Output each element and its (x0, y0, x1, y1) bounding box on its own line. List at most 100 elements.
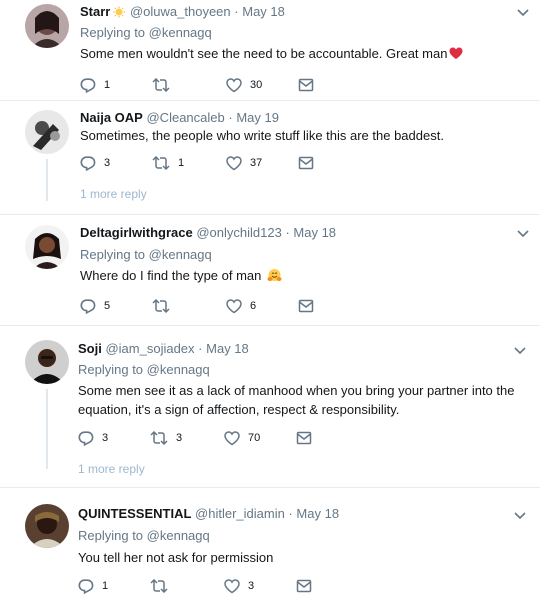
retweet-icon (150, 579, 168, 593)
tweet-text: Sometimes, the people who write stuff li… (80, 126, 444, 145)
envelope-icon (298, 156, 314, 170)
reply-button[interactable]: 5 (80, 298, 110, 314)
direct-message-button[interactable] (296, 430, 312, 446)
reply-button[interactable]: 1 (80, 77, 110, 93)
retweet-count: 3 (176, 432, 183, 444)
heart-icon (226, 155, 242, 170)
mention-link[interactable]: @kennagq (149, 247, 212, 262)
reply-icon (80, 155, 96, 171)
chevron-down-icon[interactable] (516, 8, 530, 18)
mention-link[interactable]: @kennagq (147, 528, 210, 543)
retweet-icon (152, 299, 170, 313)
chevron-down-icon[interactable] (513, 346, 527, 356)
author-name[interactable]: QUINTESSENTIAL (78, 506, 191, 521)
author-name[interactable]: Deltagirlwithgrace (80, 225, 193, 240)
timestamp[interactable]: May 18 (242, 4, 285, 19)
timestamp[interactable]: May 19 (236, 110, 279, 125)
tweet-text-content: Some men wouldn't see the need to be acc… (80, 46, 448, 61)
reply-icon (80, 298, 96, 314)
tweet-soji[interactable]: Soji @iam_sojiadex · May 18 Replying to … (0, 326, 540, 487)
thread-line (46, 389, 48, 469)
envelope-icon (298, 299, 314, 313)
tweet-actions: 1 3 (78, 578, 318, 594)
like-button[interactable]: 3 (224, 578, 254, 594)
reply-count: 1 (102, 580, 109, 592)
avatar[interactable] (25, 4, 69, 48)
tweet-text-content: You tell her not ask for permission (78, 550, 274, 565)
like-button[interactable]: 30 (226, 77, 262, 93)
mention-link[interactable]: @kennagq (147, 362, 210, 377)
tweet-deltagirlwithgrace[interactable]: Deltagirlwithgrace @onlychild123 · May 1… (0, 215, 540, 325)
author-name[interactable]: Naija OAP (80, 110, 143, 125)
tweet-text: You tell her not ask for permission (78, 548, 273, 567)
like-button[interactable]: 70 (224, 430, 260, 446)
like-button[interactable]: 37 (226, 155, 262, 171)
heart-icon (226, 298, 242, 313)
reply-button[interactable]: 3 (78, 430, 108, 446)
avatar[interactable] (25, 504, 69, 548)
tweet-actions: 3 3 70 (78, 430, 318, 446)
reply-button[interactable]: 1 (78, 578, 108, 594)
tweet-quintessential[interactable]: QUINTESSENTIAL @hitler_idiamin · May 18 … (0, 488, 540, 604)
timestamp[interactable]: May 18 (296, 506, 339, 521)
tweet-starr[interactable]: Starr @oluwa_thoyeen · May 18 Replying t… (0, 0, 540, 100)
reply-button[interactable]: 3 (80, 155, 110, 171)
like-count: 6 (250, 300, 257, 312)
avatar[interactable] (25, 225, 69, 269)
retweet-button[interactable]: 3 (150, 430, 182, 446)
author-handle[interactable]: @onlychild123 (196, 225, 281, 240)
retweet-icon (152, 78, 170, 92)
like-count: 3 (248, 580, 255, 592)
more-replies-link[interactable]: 1 more reply (80, 187, 147, 201)
mention-link[interactable]: @kennagq (149, 25, 212, 40)
tweet-text: Some men see it as a lack of manhood whe… (78, 381, 518, 419)
heart-icon (226, 77, 242, 92)
reply-count: 5 (104, 300, 111, 312)
author-name[interactable]: Starr (80, 4, 110, 19)
author-name[interactable]: Soji (78, 341, 102, 356)
author-handle[interactable]: @oluwa_thoyeen (130, 4, 231, 19)
timestamp[interactable]: May 18 (293, 225, 336, 240)
replying-to: Replying to @kennagq (80, 247, 212, 263)
tweet-text-content: Sometimes, the people who write stuff li… (80, 128, 444, 143)
tweet-text-line: Some men see it as a lack of manhood whe… (78, 383, 515, 398)
author-handle[interactable]: @iam_sojiadex (105, 341, 194, 356)
author-handle[interactable]: @Cleancaleb (146, 110, 224, 125)
retweet-button[interactable]: 1 (152, 155, 184, 171)
direct-message-button[interactable] (298, 298, 314, 314)
tweet-text: Some men wouldn't see the need to be acc… (80, 44, 463, 65)
replying-to: Replying to @kennagq (78, 528, 210, 544)
author-handle[interactable]: @hitler_idiamin (195, 506, 285, 521)
reply-icon (80, 77, 96, 93)
replying-to: Replying to @kennagq (80, 25, 212, 41)
direct-message-button[interactable] (296, 578, 312, 594)
chevron-down-icon[interactable] (513, 511, 527, 521)
more-replies-link[interactable]: 1 more reply (78, 462, 145, 476)
envelope-icon (296, 579, 312, 593)
retweet-count: 1 (178, 157, 185, 169)
replying-to-label: Replying to (78, 528, 144, 543)
separator: · (228, 110, 233, 125)
reply-icon (78, 430, 94, 446)
tweet-actions: 1 30 (80, 77, 320, 93)
tweet-actions: 5 6 (80, 298, 320, 314)
avatar[interactable] (25, 340, 69, 384)
direct-message-button[interactable] (298, 77, 314, 93)
retweet-button[interactable] (152, 77, 178, 93)
separator: · (198, 341, 203, 356)
heart-icon (224, 578, 240, 593)
timestamp[interactable]: May 18 (206, 341, 249, 356)
tweet-text-content: Where do I find the type of man (80, 268, 262, 283)
direct-message-button[interactable] (298, 155, 314, 171)
replying-to: Replying to @kennagq (78, 362, 210, 378)
red-heart-emoji-icon (449, 46, 463, 65)
envelope-icon (296, 431, 312, 445)
separator: · (234, 4, 239, 19)
tweet-naija-oap[interactable]: Naija OAP @Cleancaleb · May 19 Sometimes… (0, 101, 540, 214)
retweet-button[interactable] (152, 298, 178, 314)
reply-count: 3 (102, 432, 109, 444)
chevron-down-icon[interactable] (516, 229, 530, 239)
avatar[interactable] (25, 110, 69, 154)
like-button[interactable]: 6 (226, 298, 256, 314)
retweet-button[interactable] (150, 578, 176, 594)
